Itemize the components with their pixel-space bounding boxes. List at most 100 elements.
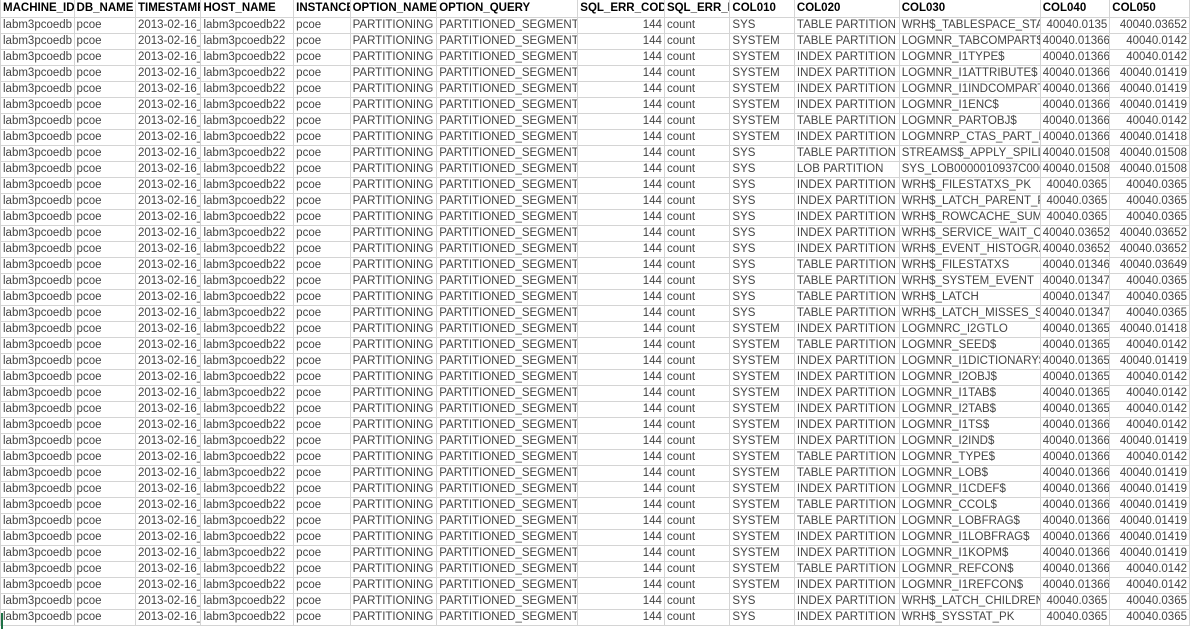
table-cell[interactable]: labm3pcoedb [0,17,75,34]
table-cell[interactable]: PARTITIONING [350,81,438,98]
table-cell[interactable]: 40040.01365 [1040,337,1111,354]
table-cell[interactable]: 144 [577,161,665,178]
table-cell[interactable]: 144 [577,353,665,370]
table-cell[interactable]: 144 [577,497,665,514]
table-cell[interactable]: PARTITIONED_SEGMENTS [436,545,579,562]
table-cell[interactable]: PARTITIONING [350,593,438,610]
table-cell[interactable]: 40040.01347 [1040,289,1111,306]
table-cell[interactable]: 40040.01508 [1109,145,1190,162]
table-cell[interactable]: LOGMNRP_CTAS_PART_MA [899,129,1041,146]
table-cell[interactable]: 144 [577,577,665,594]
table-cell[interactable]: pcoe [74,193,137,210]
table-cell[interactable]: count [664,193,731,210]
table-cell[interactable]: 40040.01419 [1109,97,1190,114]
table-cell[interactable]: INDEX PARTITION [794,481,900,498]
table-cell[interactable]: 40040.01366 [1040,529,1111,546]
table-cell[interactable]: pcoe [74,529,137,546]
table-cell[interactable]: 40040.0142 [1109,385,1190,402]
table-cell[interactable]: count [664,513,731,530]
table-cell[interactable]: LOGMNR_I1ATTRIBUTE$ [899,65,1041,82]
table-cell[interactable]: labm3pcoedb [0,49,75,66]
table-cell[interactable]: pcoe [74,145,137,162]
table-cell[interactable]: 40040.03649 [1109,257,1190,274]
table-cell[interactable]: labm3pcoedb [0,337,75,354]
table-cell[interactable]: labm3pcoedb [0,289,75,306]
table-cell[interactable]: pcoe [293,577,351,594]
table-cell[interactable]: PARTITIONED_SEGMENTS [436,129,579,146]
table-cell[interactable]: labm3pcoedb [0,273,75,290]
table-cell[interactable]: PARTITIONED_SEGMENTS [436,529,579,546]
table-cell[interactable]: SYS [729,609,795,626]
table-cell[interactable]: SYS [729,593,795,610]
table-cell[interactable]: 40040.01365 [1040,401,1111,418]
table-cell[interactable]: 40040.01366 [1040,545,1111,562]
table-cell[interactable]: 40040.01508 [1109,161,1190,178]
table-cell[interactable]: 2013-02-16_ [135,33,202,50]
table-cell[interactable]: pcoe [293,353,351,370]
table-cell[interactable]: count [664,289,731,306]
spreadsheet-grid[interactable]: MACHINE_ID DB_NAME TIMESTAMP HOST_NAME I… [0,0,1192,629]
table-cell[interactable]: PARTITIONED_SEGMENTS [436,321,579,338]
table-cell[interactable]: LOGMNRC_I2GTLO [899,321,1041,338]
table-cell[interactable]: 40040.01419 [1109,497,1190,514]
table-cell[interactable]: labm3pcoedb [0,321,75,338]
table-cell[interactable]: PARTITIONED_SEGMENTS [436,289,579,306]
table-cell[interactable]: pcoe [293,17,351,34]
table-cell[interactable]: labm3pcoedb22 [200,497,295,514]
table-cell[interactable]: 2013-02-16_ [135,225,202,242]
table-cell[interactable]: labm3pcoedb22 [200,81,295,98]
table-cell[interactable]: PARTITIONED_SEGMENTS [436,177,579,194]
table-cell[interactable]: 144 [577,257,665,274]
table-cell[interactable]: SYSTEM [729,577,795,594]
table-cell[interactable]: LOGMNR_PARTOBJ$ [899,113,1041,130]
table-cell[interactable]: WRH$_LATCH_CHILDREN_P [899,593,1041,610]
table-cell[interactable]: 2013-02-16_ [135,145,202,162]
table-cell[interactable]: INDEX PARTITION [794,369,900,386]
table-cell[interactable]: PARTITIONING [350,417,438,434]
table-cell[interactable]: labm3pcoedb22 [200,113,295,130]
table-cell[interactable]: PARTITIONING [350,145,438,162]
table-cell[interactable]: PARTITIONED_SEGMENTS [436,81,579,98]
table-cell[interactable]: PARTITIONING [350,129,438,146]
table-cell[interactable]: pcoe [293,81,351,98]
table-cell[interactable]: PARTITIONING [350,289,438,306]
column-header[interactable]: COL030 [899,0,1041,18]
table-cell[interactable]: pcoe [293,433,351,450]
table-cell[interactable]: PARTITIONING [350,465,438,482]
table-cell[interactable]: PARTITIONING [350,529,438,546]
table-cell[interactable]: labm3pcoedb22 [200,337,295,354]
table-cell[interactable]: PARTITIONING [350,241,438,258]
column-header[interactable]: SQL_ERR_CODE [577,0,665,18]
table-cell[interactable]: 40040.0365 [1109,305,1190,322]
table-cell[interactable]: labm3pcoedb [0,177,75,194]
table-cell[interactable]: PARTITIONING [350,497,438,514]
table-cell[interactable]: labm3pcoedb [0,145,75,162]
table-cell[interactable]: pcoe [74,17,137,34]
table-cell[interactable]: pcoe [74,33,137,50]
table-cell[interactable]: labm3pcoedb [0,241,75,258]
column-header[interactable]: HOST_NAME [200,0,295,18]
table-cell[interactable]: LOGMNR_I1TYPE$ [899,49,1041,66]
table-cell[interactable]: 144 [577,49,665,66]
table-cell[interactable]: labm3pcoedb [0,481,75,498]
table-cell[interactable]: SYSTEM [729,369,795,386]
table-cell[interactable]: 40040.01418 [1109,321,1190,338]
table-cell[interactable]: INDEX PARTITION [794,433,900,450]
table-cell[interactable]: PARTITIONED_SEGMENTS [436,481,579,498]
table-cell[interactable]: labm3pcoedb22 [200,161,295,178]
table-cell[interactable]: 40040.01419 [1109,545,1190,562]
table-cell[interactable]: count [664,209,731,226]
table-cell[interactable]: pcoe [74,225,137,242]
table-cell[interactable]: PARTITIONED_SEGMENTS [436,209,579,226]
table-cell[interactable]: 40040.01366 [1040,513,1111,530]
table-cell[interactable]: 144 [577,65,665,82]
table-cell[interactable]: pcoe [293,545,351,562]
table-cell[interactable]: LOGMNR_I1REFCON$ [899,577,1041,594]
table-cell[interactable]: 2013-02-16_ [135,449,202,466]
table-cell[interactable]: 144 [577,561,665,578]
table-cell[interactable]: SYS [729,145,795,162]
table-cell[interactable]: pcoe [293,177,351,194]
table-cell[interactable]: 40040.0365 [1109,193,1190,210]
table-cell[interactable]: SYS [729,177,795,194]
table-cell[interactable]: pcoe [293,385,351,402]
